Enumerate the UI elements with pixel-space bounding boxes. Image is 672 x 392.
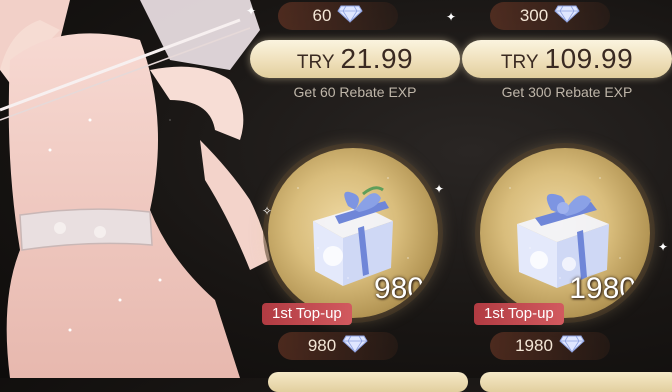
price-value: 109.99 [544, 43, 634, 74]
pack-card-1980: 300 TRY 109.99 Get 300 Rebate EXP 1980 1… [462, 0, 672, 392]
next-price-button[interactable] [480, 372, 672, 392]
diamond-amount-bottom: 1980 [490, 332, 610, 360]
diamond-icon [337, 5, 364, 28]
first-topup-badge: 1st Top-up [474, 303, 564, 325]
diamond-amount-bottom: 980 [278, 332, 398, 360]
purchase-price-button[interactable]: TRY 21.99 [250, 40, 460, 78]
sparkle-icon: ✦ [446, 10, 457, 24]
sparkle-icon: ✦ [658, 240, 669, 254]
next-price-button[interactable] [268, 372, 468, 392]
rebate-text: Get 60 Rebate EXP [293, 84, 417, 100]
sparkle-icon: ✦ [434, 182, 445, 196]
gift-quantity: 980 [373, 272, 424, 305]
diamond-amount-top: 60 [278, 2, 398, 30]
price-currency: TRY [296, 52, 335, 73]
sparkle-icon: ✧ [262, 204, 273, 218]
diamond-icon [554, 5, 580, 28]
gift-quantity: 1980 [569, 272, 636, 305]
purchase-price-button[interactable]: TRY 109.99 [462, 40, 672, 78]
first-topup-badge: 1st Top-up [262, 303, 352, 325]
diamond-amount-top: 300 [490, 2, 610, 30]
amount-bottom-value: 1980 [515, 336, 553, 355]
gift-box-button[interactable]: 1980 [480, 148, 650, 318]
price-currency: TRY [500, 52, 539, 73]
diamond-icon [342, 335, 368, 358]
diamond-icon [559, 335, 585, 358]
gift-box-icon [517, 193, 609, 288]
amount-bottom-value: 980 [307, 336, 337, 355]
amount-top-value: 60 [312, 6, 332, 25]
amount-top-value: 300 [519, 6, 549, 25]
price-value: 21.99 [340, 43, 414, 74]
sparkle-icon: ✦ [246, 4, 257, 18]
gift-box-icon [313, 186, 393, 286]
gift-box-button[interactable]: 980 [268, 148, 438, 318]
rebate-text: Get 300 Rebate EXP [501, 84, 633, 100]
